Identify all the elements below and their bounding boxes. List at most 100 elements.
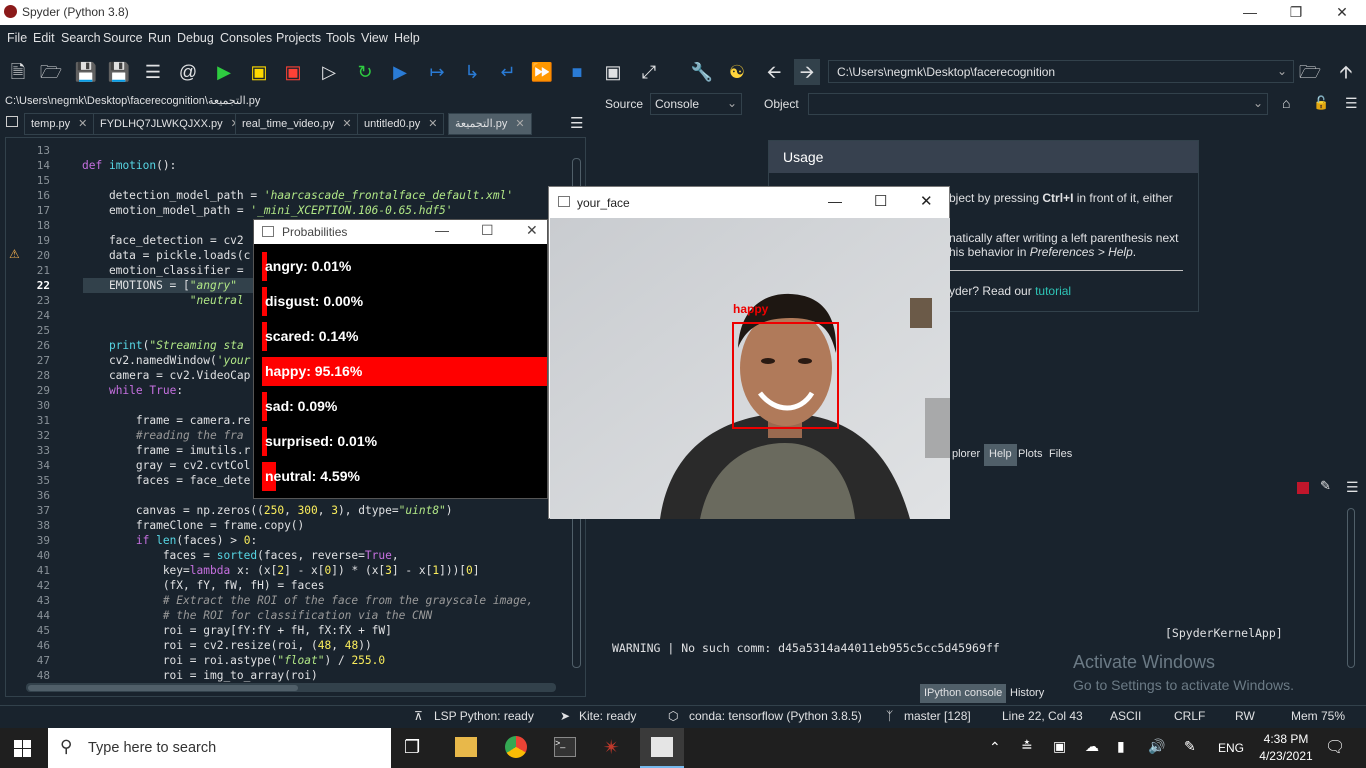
taskbar-search-box[interactable]: ⚲ Type here to search <box>48 728 391 768</box>
network-icon[interactable]: ☁ <box>1085 738 1099 755</box>
minimize-button[interactable]: — <box>435 222 449 238</box>
browse-folder-icon[interactable]: 🗁 <box>1297 59 1323 85</box>
debug-icon[interactable]: ▶ <box>387 59 413 85</box>
options-menu-icon[interactable]: ☰ <box>1346 479 1359 496</box>
eraser-icon[interactable]: ✎ <box>1320 478 1331 494</box>
back-arrow-icon[interactable]: 🡨 <box>761 59 787 85</box>
tab-fydl[interactable]: FYDLHQ7JLWKQJXX.py✕ <box>93 113 247 135</box>
menu-debug[interactable]: Debug <box>177 31 214 45</box>
forward-arrow-icon[interactable]: 🡪 <box>794 59 820 85</box>
tab-variable-explorer[interactable]: plorer <box>947 444 985 466</box>
terminal-icon[interactable]: >_ <box>554 737 576 757</box>
close-icon[interactable]: ✕ <box>515 118 524 130</box>
your-face-window[interactable]: your_face — ☐ ✕ happy <box>548 186 950 519</box>
language-indicator[interactable]: ENG <box>1218 741 1244 755</box>
active-app-icon[interactable] <box>640 728 684 768</box>
run-cell-icon[interactable]: ▣ <box>246 59 272 85</box>
step-return-icon[interactable]: ↵ <box>495 59 521 85</box>
probability-label: neutral: 4.59% <box>265 468 360 484</box>
menu-search[interactable]: Search <box>61 31 101 45</box>
notification-icon[interactable]: 🗨 <box>1325 737 1345 757</box>
maximize-button[interactable]: ☐ <box>874 192 887 210</box>
battery-icon[interactable]: ▮ <box>1117 738 1125 755</box>
object-input[interactable]: ⌄ <box>808 93 1268 115</box>
chevron-up-icon[interactable]: ⌃ <box>989 739 1001 756</box>
source-select[interactable]: Console ⌄ <box>650 93 742 115</box>
tab-untitled0[interactable]: untitled0.py ✕ <box>357 113 445 135</box>
pen-icon[interactable]: ✎ <box>1184 738 1196 755</box>
clock-date[interactable]: 4/23/2021 <box>1255 749 1317 763</box>
menu-projects[interactable]: Projects <box>276 31 321 45</box>
tab-temp[interactable]: temp.py ✕ <box>24 113 95 135</box>
continue-icon[interactable]: ⏩ <box>529 59 555 85</box>
stop-kernel-icon[interactable] <box>1297 482 1309 494</box>
spyder-icon[interactable]: ✴ <box>603 735 620 760</box>
tab-real-time-video[interactable]: real_time_video.py ✕ <box>235 113 359 135</box>
warning-icon[interactable]: ⚠ <box>9 247 20 261</box>
tab-ipython-console[interactable]: IPython console <box>920 684 1007 703</box>
browse-tabs-icon[interactable] <box>6 116 18 127</box>
minimize-button[interactable]: — <box>1227 0 1273 25</box>
clock-time[interactable]: 4:38 PM <box>1261 732 1311 746</box>
python-icon[interactable]: ☯ <box>724 59 750 85</box>
options-menu-icon[interactable]: ☰ <box>1345 95 1358 112</box>
task-view-icon[interactable]: ❐ <box>404 737 420 758</box>
new-file-icon[interactable]: 🗎 <box>5 59 31 85</box>
windows-start-icon[interactable] <box>14 740 32 757</box>
close-button[interactable]: ✕ <box>526 222 538 239</box>
save-all-icon[interactable]: 💾 <box>106 59 132 85</box>
source-value: Console <box>655 97 700 111</box>
maximize-pane-icon[interactable]: ▣ <box>600 59 626 85</box>
volume-icon[interactable]: 🔊 <box>1148 738 1165 755</box>
probabilities-window[interactable]: Probabilities — ☐ ✕ angry: 0.01% disgust:… <box>253 219 548 499</box>
run-icon[interactable]: ▶ <box>211 59 237 85</box>
rerun-icon[interactable]: ↻ <box>352 59 378 85</box>
menu-view[interactable]: View <box>361 31 388 45</box>
wrench-icon[interactable]: 🔧 <box>689 59 715 85</box>
tutorial-link[interactable]: tutorial <box>1035 284 1071 298</box>
list-icon[interactable]: ☰ <box>140 59 166 85</box>
menu-consoles[interactable]: Consoles <box>220 31 272 45</box>
chrome-icon[interactable] <box>505 736 527 758</box>
run-selection-icon[interactable]: ▷ <box>316 59 342 85</box>
kite-status[interactable]: Kite: ready <box>579 709 636 723</box>
close-icon[interactable]: ✕ <box>428 118 437 130</box>
restore-button[interactable]: ❐ <box>1273 0 1319 25</box>
lock-icon[interactable]: 🔓 <box>1313 95 1329 111</box>
display-icon[interactable]: ▣ <box>1053 738 1066 755</box>
tab-history[interactable]: History <box>1006 684 1048 703</box>
step-into-icon[interactable]: ↳ <box>459 59 485 85</box>
menu-file[interactable]: File <box>7 31 27 45</box>
close-button[interactable]: ✕ <box>1319 0 1365 25</box>
maximize-button[interactable]: ☐ <box>481 222 494 239</box>
probabilities-title-bar: Probabilities — ☐ ✕ <box>254 220 547 244</box>
fullscreen-icon[interactable]: ⤢ <box>636 59 662 85</box>
close-icon[interactable]: ✕ <box>342 118 351 130</box>
open-folder-icon[interactable]: 🗁 <box>38 59 64 85</box>
options-menu-icon[interactable]: ☰ <box>570 114 583 132</box>
file-explorer-icon[interactable] <box>455 737 477 757</box>
tab-files[interactable]: Files <box>1044 444 1077 466</box>
console-scrollbar[interactable] <box>1347 508 1355 668</box>
tab-plots[interactable]: Plots <box>1013 444 1047 466</box>
at-icon[interactable]: @ <box>175 59 201 85</box>
working-directory-combo[interactable]: C:\Users\negmk\Desktop\facerecognition ⌄ <box>828 60 1294 83</box>
minimize-button[interactable]: — <box>828 193 842 209</box>
tab-active-file[interactable]: التجميعة.py ✕ <box>448 113 532 135</box>
home-icon[interactable]: ⌂ <box>1282 95 1290 111</box>
tab-help[interactable]: Help <box>984 444 1017 466</box>
menu-run[interactable]: Run <box>148 31 171 45</box>
menu-tools[interactable]: Tools <box>326 31 355 45</box>
parent-dir-icon[interactable]: 🡩 <box>1333 59 1359 85</box>
wifi-icon[interactable]: ≛ <box>1021 738 1033 755</box>
menu-source[interactable]: Source <box>103 31 143 45</box>
close-button[interactable]: ✕ <box>920 192 933 210</box>
menu-edit[interactable]: Edit <box>33 31 55 45</box>
close-icon[interactable]: ✕ <box>78 118 87 130</box>
stop-icon[interactable]: ■ <box>564 59 590 85</box>
step-icon[interactable]: ↦ <box>424 59 450 85</box>
menu-help[interactable]: Help <box>394 31 420 45</box>
save-icon[interactable]: 💾 <box>73 59 99 85</box>
scrollbar-thumb[interactable] <box>28 685 298 691</box>
run-cell-advance-icon[interactable]: ▣ <box>280 59 306 85</box>
